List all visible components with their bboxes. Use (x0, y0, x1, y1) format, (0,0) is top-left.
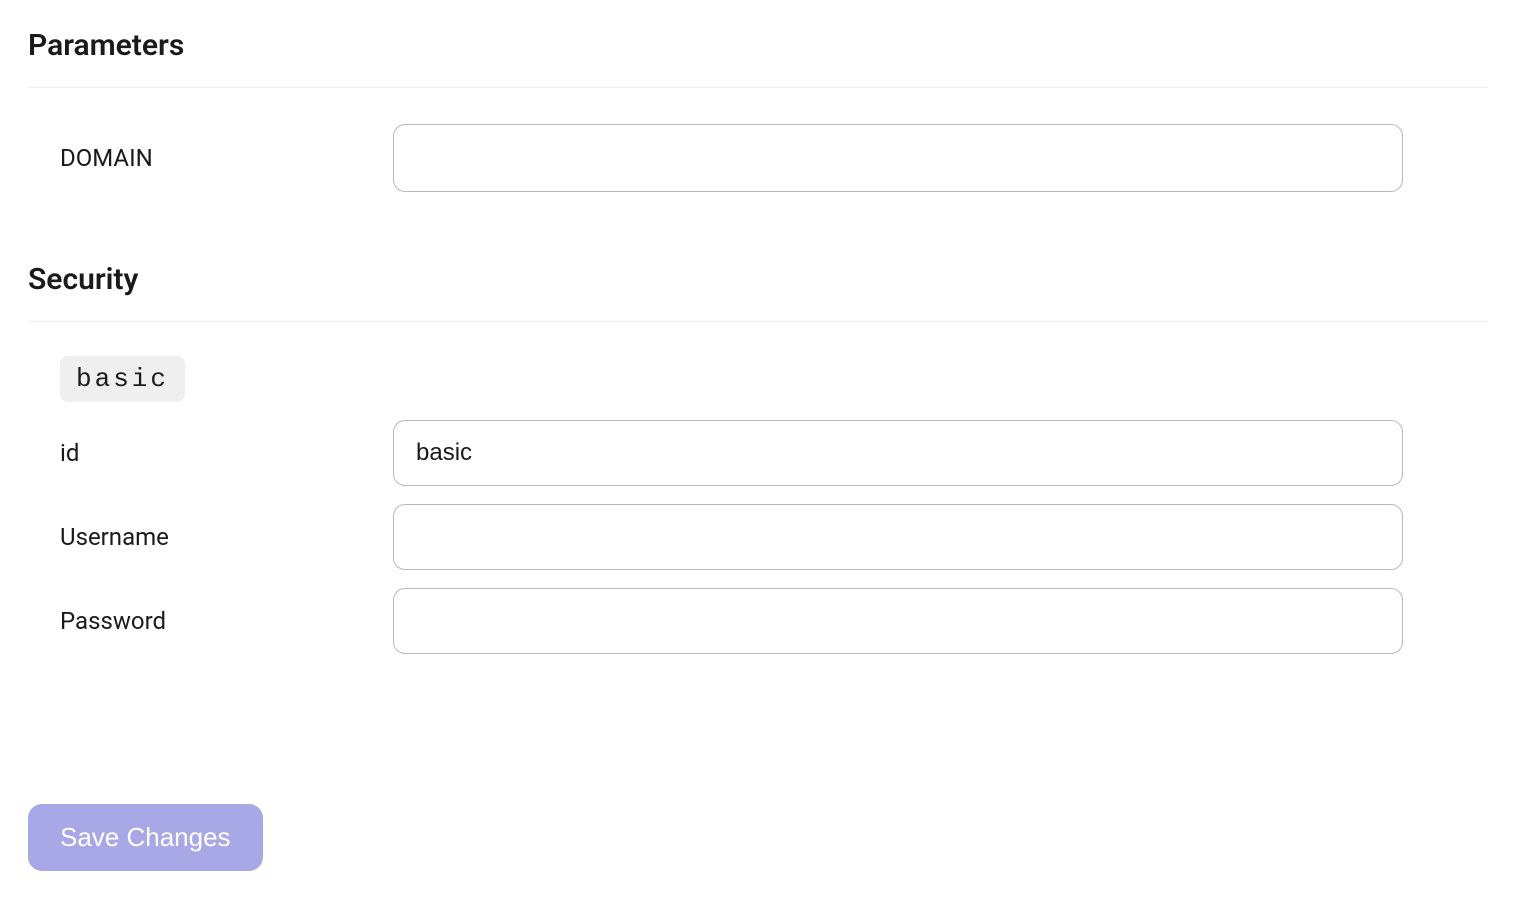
id-label: id (28, 439, 393, 467)
id-input[interactable] (393, 420, 1403, 486)
parameters-section: Parameters DOMAIN (28, 28, 1488, 192)
domain-input[interactable] (393, 124, 1403, 192)
parameters-heading: Parameters (28, 28, 1488, 88)
username-label: Username (28, 523, 393, 551)
domain-field-row: DOMAIN (28, 124, 1488, 192)
password-label: Password (28, 607, 393, 635)
security-section: Security basic id Username Password (28, 262, 1488, 654)
security-scheme-pill: basic (60, 356, 185, 402)
username-field-row: Username (28, 504, 1488, 570)
password-field-row: Password (28, 588, 1488, 654)
save-changes-button[interactable]: Save Changes (28, 804, 263, 871)
username-input[interactable] (393, 504, 1403, 570)
security-heading: Security (28, 262, 1488, 322)
password-input[interactable] (393, 588, 1403, 654)
security-scheme-row: basic (28, 356, 1488, 402)
domain-label: DOMAIN (28, 144, 393, 172)
id-field-row: id (28, 420, 1488, 486)
